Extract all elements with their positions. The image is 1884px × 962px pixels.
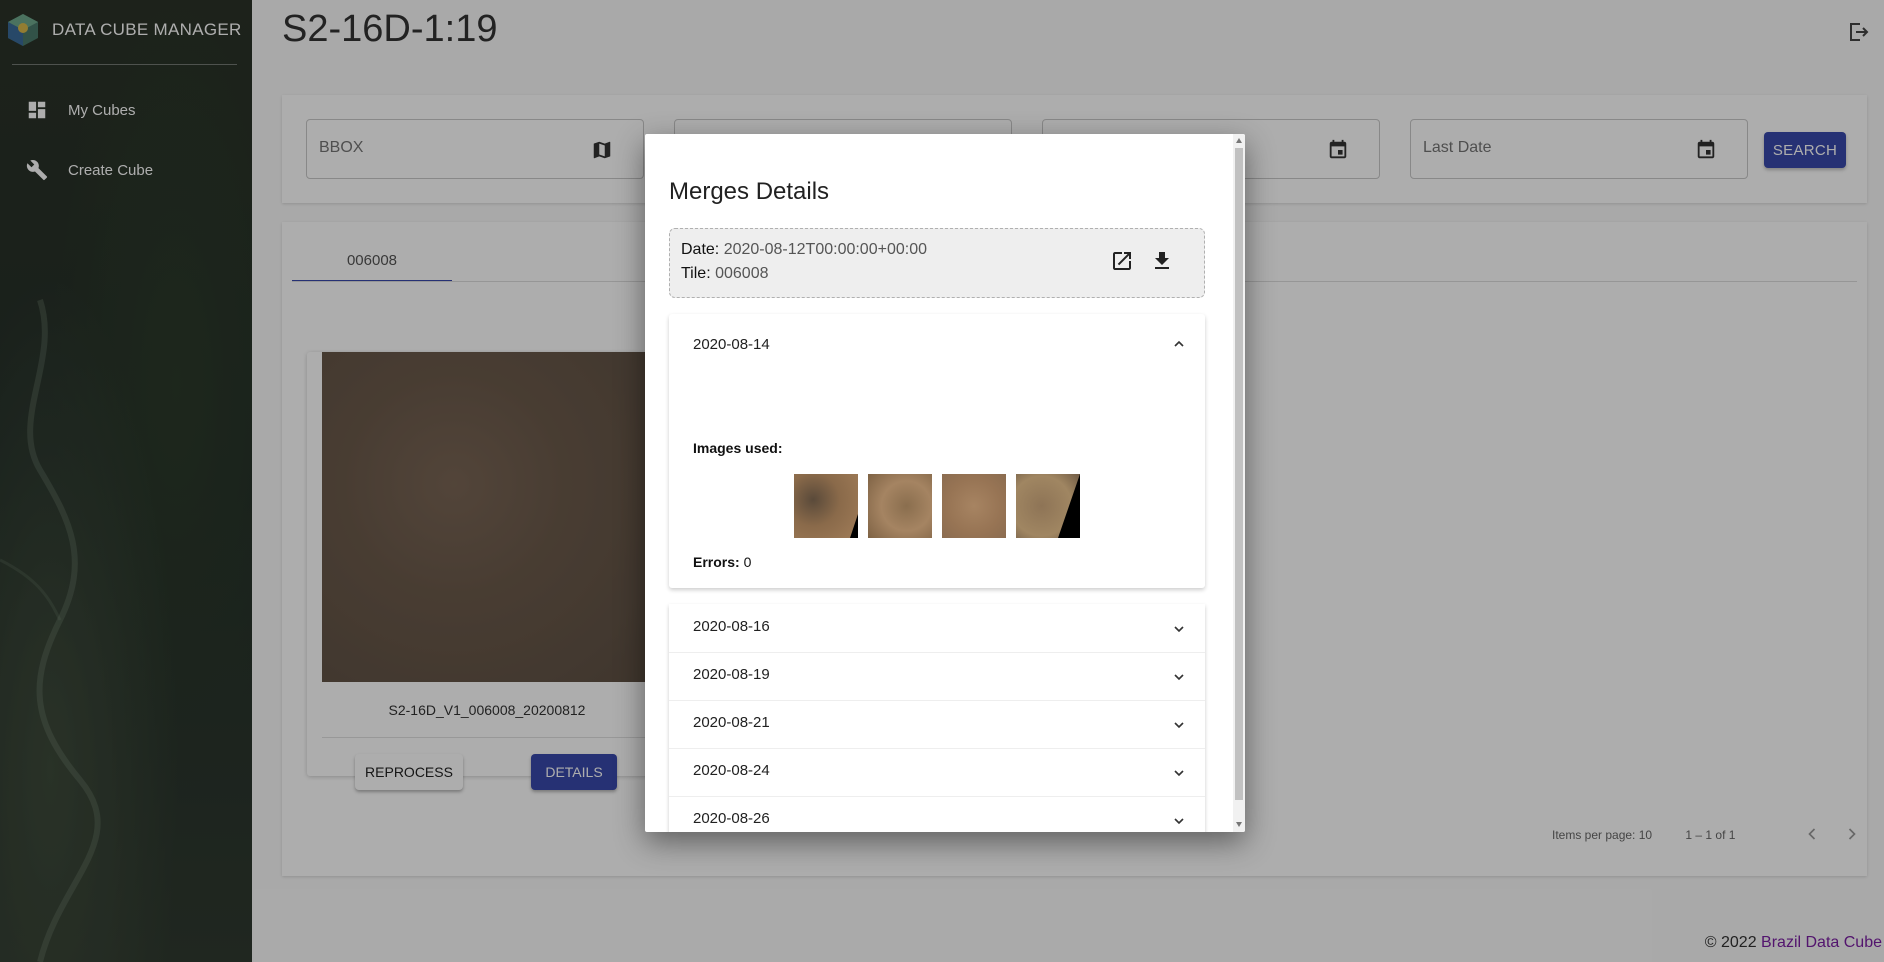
images-used-label: Images used:: [693, 440, 783, 456]
chevron-down-icon[interactable]: [1171, 621, 1187, 637]
panel-date: 2020-08-16: [693, 618, 770, 635]
errors-line: Errors: 0: [693, 554, 751, 570]
panel-date: 2020-08-26: [693, 810, 770, 827]
date-value: 2020-08-12T00:00:00+00:00: [723, 241, 927, 258]
scrollbar-thumb[interactable]: [1235, 148, 1243, 800]
panel-date: 2020-08-19: [693, 666, 770, 683]
dialog-title: Merges Details: [669, 178, 830, 205]
panel-date: 2020-08-21: [693, 714, 770, 731]
expansion-panel-header[interactable]: 2020-08-14: [669, 314, 1205, 374]
download-icon[interactable]: [1150, 249, 1174, 273]
scene-thumbnail[interactable]: [942, 474, 1006, 538]
expansion-panel-header[interactable]: 2020-08-16: [669, 604, 1205, 653]
collapsed-panels: 2020-08-16 2020-08-19 2020-08-21 2020-08…: [669, 604, 1205, 832]
expansion-panel-header[interactable]: 2020-08-26: [669, 796, 1205, 832]
chevron-down-icon[interactable]: [1171, 813, 1187, 829]
expansion-panel-expanded: 2020-08-14 Images used: Errors: 0: [669, 314, 1205, 588]
dialog-scrollbar[interactable]: [1233, 134, 1245, 832]
tile-key: Tile:: [681, 265, 711, 282]
scene-thumbnail[interactable]: [1016, 474, 1080, 538]
chevron-up-icon[interactable]: [1171, 336, 1187, 352]
images-used-list: [794, 474, 1080, 538]
expansion-panel-header[interactable]: 2020-08-19: [669, 652, 1205, 701]
scroll-down-arrow-icon[interactable]: [1235, 820, 1243, 828]
chevron-down-icon[interactable]: [1171, 669, 1187, 685]
tile-value: 006008: [715, 265, 769, 282]
open-in-new-icon[interactable]: [1110, 249, 1134, 273]
chevron-down-icon[interactable]: [1171, 765, 1187, 781]
errors-value: 0: [743, 554, 752, 570]
merges-details-dialog: Merges Details Date: 2020-08-12T00:00:00…: [645, 134, 1245, 832]
scroll-up-arrow-icon[interactable]: [1235, 137, 1243, 145]
date-key: Date:: [681, 241, 720, 258]
panel-date: 2020-08-24: [693, 762, 770, 779]
merge-info-box: Date: 2020-08-12T00:00:00+00:00 Tile: 00…: [669, 228, 1205, 298]
expansion-panel-header[interactable]: 2020-08-24: [669, 748, 1205, 797]
tile-line: Tile: 006008: [681, 265, 768, 283]
date-line: Date: 2020-08-12T00:00:00+00:00: [681, 241, 927, 259]
errors-label: Errors:: [693, 554, 740, 570]
chevron-down-icon[interactable]: [1171, 717, 1187, 733]
scene-thumbnail[interactable]: [868, 474, 932, 538]
scene-thumbnail[interactable]: [794, 474, 858, 538]
panel-date: 2020-08-14: [693, 336, 770, 353]
expansion-panel-header[interactable]: 2020-08-21: [669, 700, 1205, 749]
